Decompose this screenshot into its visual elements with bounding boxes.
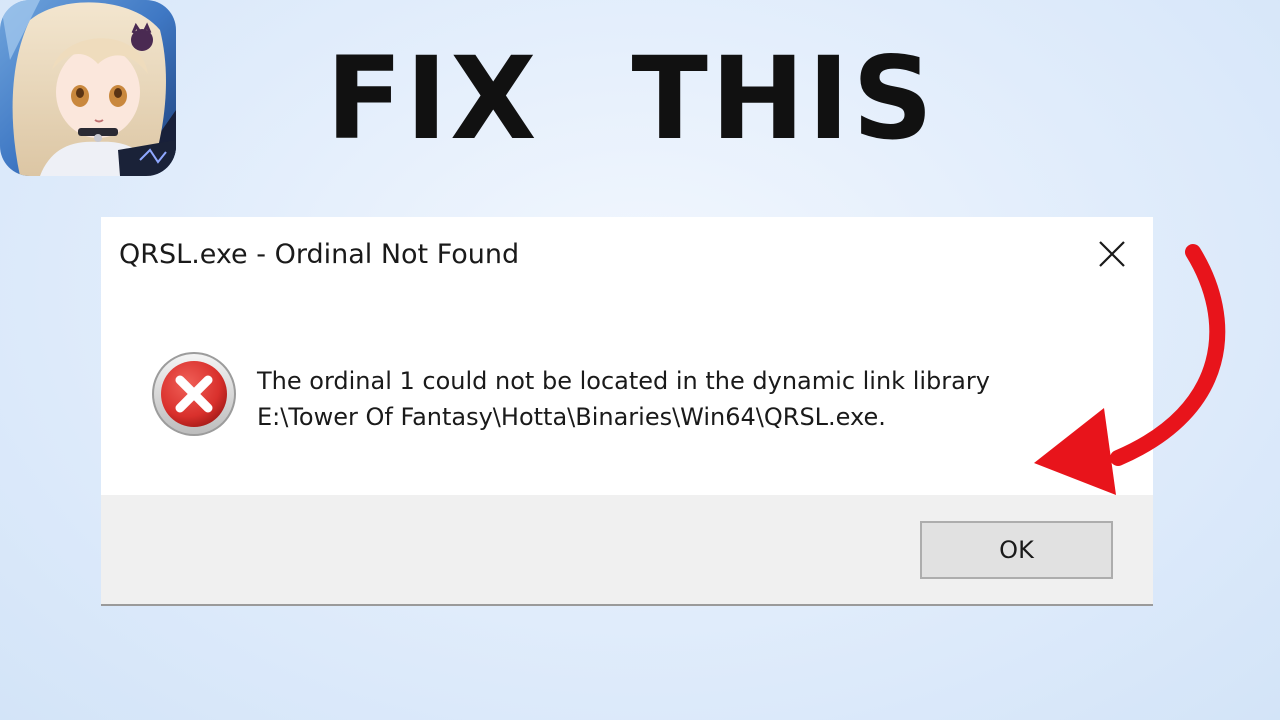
dialog-title: QRSL.exe - Ordinal Not Found <box>119 239 520 270</box>
headline-word-this: THIS <box>631 32 936 166</box>
error-dialog: QRSL.exe - Ordinal Not Found The ordinal… <box>101 217 1153 606</box>
error-message: The ordinal 1 could not be located in th… <box>257 363 990 435</box>
red-arrow-icon <box>1030 240 1230 510</box>
error-message-path: E:\Tower Of Fantasy\Hotta\Binaries\Win64… <box>257 403 886 431</box>
headline-word-fix: FIX <box>326 32 540 166</box>
game-app-icon <box>0 0 176 176</box>
dialog-footer: OK <box>101 495 1153 604</box>
error-icon <box>151 351 237 437</box>
headline-text: FIX THIS <box>326 33 936 166</box>
error-message-line1: The ordinal 1 could not be located in th… <box>257 367 990 395</box>
ok-button[interactable]: OK <box>920 521 1113 579</box>
game-artwork-image <box>0 0 176 176</box>
